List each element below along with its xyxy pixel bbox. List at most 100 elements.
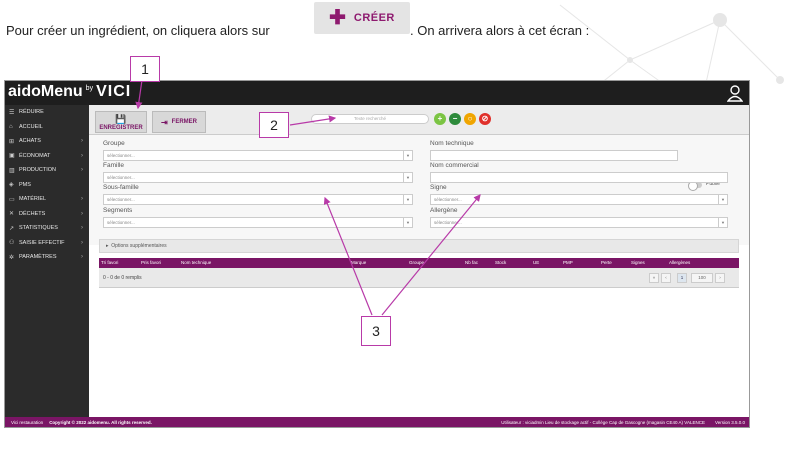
column-header[interactable]: Marque	[351, 258, 366, 268]
sidebar-item[interactable]: ↗ STATISTIQUES ›	[5, 221, 89, 236]
chevron-right-icon: ▸	[106, 243, 109, 249]
gear-icon: ✲	[9, 254, 15, 261]
signe-select[interactable]: sélectionner... ▼	[430, 194, 728, 205]
options-toggle[interactable]: ▸ Options supplémentaires	[99, 239, 739, 253]
sidebar-item[interactable]: ▭ MATÉRIEL ›	[5, 192, 89, 207]
prev-icon[interactable]: «	[649, 273, 659, 283]
select-placeholder: sélectionner...	[107, 220, 135, 225]
sidebar-item[interactable]: ✕ DÉCHETS ›	[5, 207, 89, 222]
callout-three: 3	[361, 316, 391, 346]
chevron-right-icon: ›	[81, 254, 83, 261]
select-placeholder: sélectionner...	[434, 220, 462, 225]
select-placeholder: sélectionner...	[434, 197, 462, 202]
line-chart-icon: ↗	[9, 225, 15, 232]
column-header[interactable]: PMP	[563, 258, 573, 268]
close-button[interactable]: ⇥ FERMER	[152, 111, 206, 133]
close-label: FERMER	[171, 119, 198, 125]
chevron-right-icon: ›	[81, 196, 83, 203]
logo-vici: VICI	[96, 83, 132, 100]
footer-left: Vici restauration	[11, 419, 44, 425]
monitor-icon: ▭	[9, 196, 15, 203]
options-label: Options supplémentaires	[111, 243, 167, 249]
table-row: 0 - 0 de 0 remplis « ‹ 1 100 ›	[99, 268, 739, 288]
sidebar-item-label: ACCUEIL	[19, 123, 43, 130]
empty-text: 0 - 0 de 0 remplis	[103, 275, 142, 281]
table-header: Tri favori Pris favori Nom technique Marque…	[99, 258, 739, 268]
column-header[interactable]: Tri favori	[101, 258, 118, 268]
save-button[interactable]: 💾 ENREGISTRER	[95, 111, 147, 133]
groupe-label: Groupe	[103, 140, 125, 147]
sidebar-item[interactable]: ▣ ÉCONOMAT ›	[5, 149, 89, 164]
chart-icon: ▥	[9, 167, 15, 174]
chevron-right-icon: ›	[81, 210, 83, 217]
select-placeholder: sélectionner...	[107, 197, 135, 202]
column-header[interactable]: Nb fac	[465, 258, 478, 268]
sidebar-item[interactable]: ⌂ ACCUEIL	[5, 120, 89, 135]
circle-icon[interactable]: ○	[464, 113, 476, 125]
logo-by: by	[85, 84, 94, 92]
next-page-icon[interactable]: ›	[715, 273, 725, 283]
page-size-select[interactable]: 100	[691, 273, 713, 283]
cart-icon: ⊞	[9, 138, 15, 145]
toolbar: 💾 ENREGISTRER ⇥ FERMER Texte recherché +…	[89, 105, 749, 135]
column-header[interactable]: Nom technique	[181, 258, 211, 268]
column-header[interactable]: Groupe	[409, 258, 424, 268]
column-header[interactable]: Stock	[495, 258, 506, 268]
chevron-down-icon: ▼	[403, 218, 412, 227]
plus-icon: ✚	[329, 7, 346, 29]
chevron-right-icon: ›	[81, 225, 83, 232]
footer: Vici restauration Copyright © 2022 aidom…	[5, 417, 749, 427]
footer-version: Version 3.5.0.0	[714, 419, 745, 425]
menu-icon: ☰	[9, 109, 15, 116]
users-icon: ⚇	[9, 240, 15, 247]
sous-famille-select[interactable]: sélectionner... ▼	[103, 194, 413, 205]
sidebar-item-label: STATISTIQUES	[19, 225, 58, 232]
column-header[interactable]: Pris favori	[141, 258, 161, 268]
allergene-select[interactable]: sélectionner... ▼	[430, 217, 728, 228]
callout-two: 2	[259, 112, 289, 138]
save-label: ENREGISTRER	[99, 124, 143, 131]
chevron-right-icon: ›	[81, 239, 83, 246]
shield-icon: ◈	[9, 182, 14, 189]
sidebar-item[interactable]: ◈ PMS	[5, 178, 89, 193]
column-header[interactable]: Allergènes	[669, 258, 690, 268]
sidebar-item[interactable]: ⊞ ACHATS ›	[5, 134, 89, 149]
sidebar-item-label: MATÉRIEL	[19, 196, 47, 203]
groupe-select[interactable]: sélectionner... ▼	[103, 150, 413, 161]
famille-label: Famille	[103, 162, 124, 169]
nom-commercial-input[interactable]	[430, 172, 728, 183]
sidebar-item-label: RÉDUIRE	[19, 109, 44, 116]
add-icon[interactable]: +	[434, 113, 446, 125]
column-header[interactable]: Perte	[601, 258, 612, 268]
logo-brand: aidoMenu	[8, 83, 83, 100]
chevron-down-icon: ▼	[403, 195, 412, 204]
prev-page-icon[interactable]: ‹	[661, 273, 671, 283]
user-icon[interactable]	[727, 84, 743, 102]
sidebar-item-label: PRODUCTION	[19, 167, 56, 174]
app-logo[interactable]: aidoMenu by VICI	[8, 83, 131, 101]
select-placeholder: sélectionner...	[107, 175, 135, 180]
sidebar: ☰ RÉDUIRE ⌂ ACCUEIL ⊞ ACHATS › ▣ ÉCONOMAT › ▥ PRODU…	[5, 105, 89, 419]
page-current[interactable]: 1	[677, 273, 687, 283]
save-icon: 💾	[115, 113, 127, 124]
search-input[interactable]: Texte recherché	[311, 114, 429, 124]
sidebar-item[interactable]: ▥ PRODUCTION ›	[5, 163, 89, 178]
sidebar-item[interactable]: ✲ PARAMÈTRES ›	[5, 250, 89, 265]
famille-select[interactable]: sélectionner... ▼	[103, 172, 413, 183]
sidebar-item[interactable]: ⚇ SAISIE EFFECTIF ›	[5, 236, 89, 251]
sidebar-item-label: ACHATS	[19, 138, 41, 145]
nom-technique-input[interactable]	[430, 150, 678, 161]
creer-button[interactable]: ✚ CRÉER	[314, 2, 410, 34]
box-icon: ▣	[9, 153, 15, 160]
sidebar-item[interactable]: ☰ RÉDUIRE	[5, 105, 89, 120]
creer-label: CRÉER	[353, 12, 395, 24]
column-header[interactable]: UE	[533, 258, 539, 268]
column-header[interactable]: Signes	[631, 258, 645, 268]
ban-icon[interactable]: ⊘	[479, 113, 491, 125]
home-icon: ⌂	[9, 123, 13, 130]
callout-one: 1	[130, 56, 160, 82]
segments-label: Segments	[103, 207, 133, 214]
top-bar: aidoMenu by VICI	[5, 81, 749, 105]
segments-select[interactable]: sélectionner... ▼	[103, 217, 413, 228]
remove-icon[interactable]: −	[449, 113, 461, 125]
